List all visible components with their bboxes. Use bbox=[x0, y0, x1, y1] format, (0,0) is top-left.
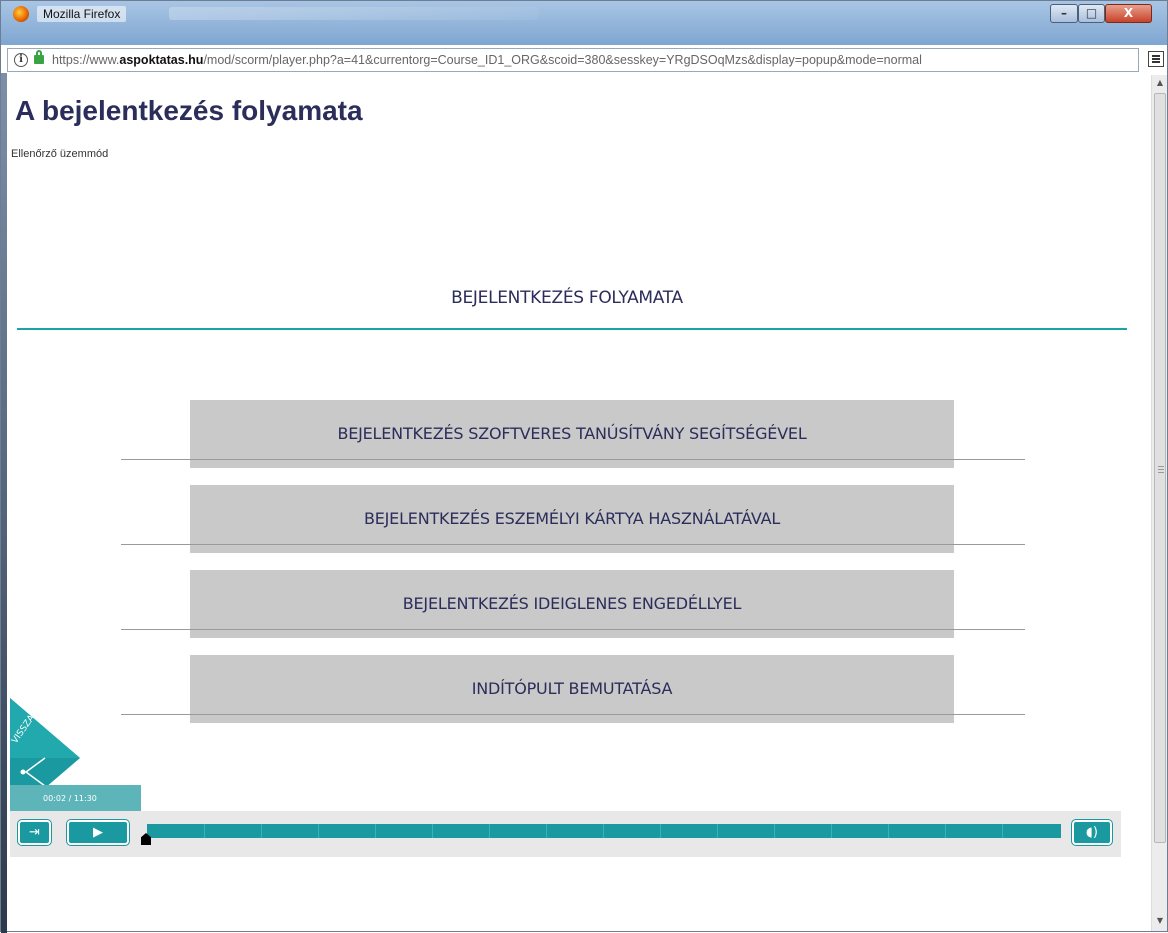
page-title: A bejelentkezés folyamata bbox=[15, 95, 363, 126]
lock-icon[interactable] bbox=[34, 50, 44, 64]
menu-item-label: BEJELENTKEZÉS IDEIGLENES ENGEDÉLLYEL bbox=[402, 594, 742, 613]
maximize-button[interactable]: □ bbox=[1078, 4, 1105, 23]
url-bar[interactable]: i https://www.aspoktatas.hu/mod/scorm/pl… bbox=[7, 48, 1139, 72]
track-segment bbox=[1002, 824, 1003, 838]
track-segment bbox=[204, 824, 205, 838]
track-segment bbox=[432, 824, 433, 838]
play-button[interactable]: ▶ bbox=[66, 819, 130, 846]
exit-icon: ⇥ bbox=[29, 825, 40, 840]
menu-item-label: BEJELENTKEZÉS SZOFTVERES TANÚSÍTVÁNY SEG… bbox=[337, 424, 807, 443]
track-segment bbox=[546, 824, 547, 838]
vertical-scrollbar[interactable]: ▲ ▼ bbox=[1151, 75, 1167, 931]
volume-icon: ◖) bbox=[1086, 825, 1098, 840]
track-segment bbox=[717, 824, 718, 838]
row-divider bbox=[121, 714, 1025, 715]
track-segment bbox=[261, 824, 262, 838]
menu-item-id-card[interactable]: BEJELENTKEZÉS ESZEMÉLYI KÁRTYA HASZNÁLAT… bbox=[190, 485, 954, 553]
exit-button[interactable]: ⇥ bbox=[17, 819, 52, 846]
menu-item-temporary-permit[interactable]: BEJELENTKEZÉS IDEIGLENES ENGEDÉLLYEL bbox=[190, 570, 954, 638]
volume-button[interactable]: ◖) bbox=[1071, 819, 1113, 846]
menu-item-label: BEJELENTKEZÉS ESZEMÉLYI KÁRTYA HASZNÁLAT… bbox=[363, 509, 781, 528]
time-display: 00:02 / 11:30 bbox=[43, 794, 97, 803]
section-divider bbox=[17, 328, 1127, 330]
scroll-up-icon[interactable]: ▲ bbox=[1152, 75, 1168, 91]
track-segment bbox=[888, 824, 889, 838]
progress-track[interactable] bbox=[147, 824, 1061, 838]
mode-label: Ellenőrző üzemmód bbox=[11, 148, 109, 160]
browser-window: Mozilla Firefox – □ X i https://www.aspo… bbox=[0, 0, 1168, 933]
track-segment bbox=[774, 824, 775, 838]
minimize-button[interactable]: – bbox=[1050, 4, 1078, 23]
track-segment bbox=[375, 824, 376, 838]
blurred-menu-bar bbox=[169, 7, 539, 20]
close-button[interactable]: X bbox=[1105, 4, 1152, 23]
url-text[interactable]: https://www.aspoktatas.hu/mod/scorm/play… bbox=[52, 53, 922, 67]
menu-item-launchpad[interactable]: INDÍTÓPULT BEMUTATÁSA bbox=[190, 655, 954, 723]
track-segment bbox=[660, 824, 661, 838]
window-title: Mozilla Firefox bbox=[37, 6, 127, 22]
page-content: A bejelentkezés folyamata Ellenőrző üzem… bbox=[7, 75, 1151, 931]
track-segment bbox=[318, 824, 319, 838]
play-icon: ▶ bbox=[93, 825, 103, 840]
menu-item-label: INDÍTÓPULT BEMUTATÁSA bbox=[471, 679, 673, 698]
scroll-down-icon[interactable]: ▼ bbox=[1152, 913, 1168, 929]
section-title: BEJELENTKEZÉS FOLYAMATA bbox=[451, 288, 683, 308]
menu-item-software-certificate[interactable]: BEJELENTKEZÉS SZOFTVERES TANÚSÍTVÁNY SEG… bbox=[190, 400, 954, 468]
scroll-thumb[interactable] bbox=[1154, 93, 1166, 843]
title-bar[interactable]: Mozilla Firefox – □ X bbox=[1, 1, 1167, 45]
row-divider bbox=[121, 459, 1025, 460]
row-divider bbox=[121, 629, 1025, 630]
track-segment bbox=[831, 824, 832, 838]
track-segment bbox=[489, 824, 490, 838]
firefox-logo-icon bbox=[13, 6, 29, 22]
info-icon[interactable]: i bbox=[14, 53, 28, 67]
reader-view-icon[interactable] bbox=[1148, 51, 1164, 67]
track-segment bbox=[603, 824, 604, 838]
track-segment bbox=[945, 824, 946, 838]
row-divider bbox=[121, 544, 1025, 545]
